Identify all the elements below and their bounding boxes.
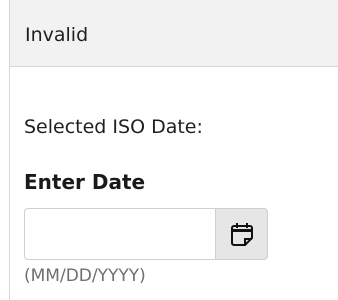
selected-iso-date-label: Selected ISO Date: [24,116,203,138]
date-input[interactable] [24,208,215,260]
panel-header: Invalid [9,0,338,67]
page: Invalid Selected ISO Date: Enter Date (M… [0,0,338,300]
date-input-group [24,208,268,260]
calendar-icon [230,222,253,246]
panel-title: Invalid [25,24,89,46]
calendar-button[interactable] [215,208,268,260]
enter-date-label: Enter Date [24,170,146,194]
date-format-hint: (MM/DD/YYYY) [24,266,146,286]
